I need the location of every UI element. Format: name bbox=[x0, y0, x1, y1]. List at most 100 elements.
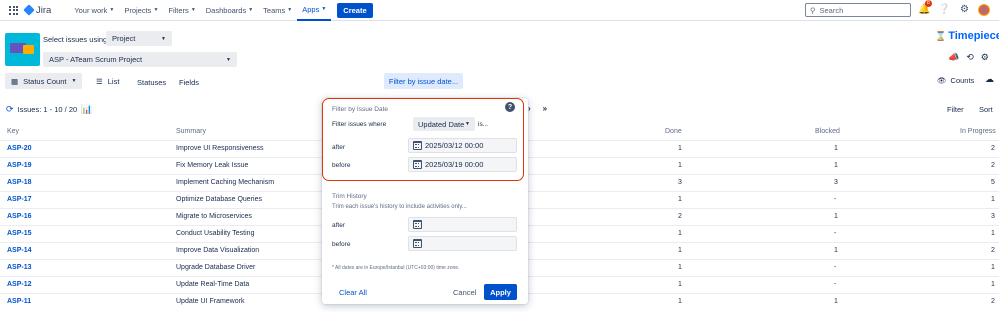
calendar-icon[interactable] bbox=[413, 160, 422, 169]
column-header-done[interactable]: Done bbox=[665, 128, 682, 135]
counts-toggle[interactable]: 👁 Counts bbox=[937, 76, 974, 85]
project-dropdown[interactable]: ASP - ATeam Scrum Project ▼ bbox=[43, 52, 237, 67]
sliders-icon: ☰ bbox=[96, 76, 103, 86]
settings-icon[interactable]: ⚙ bbox=[958, 3, 971, 16]
in-progress-count: 1 bbox=[991, 281, 995, 288]
issue-summary: Improve Data Visualization bbox=[176, 247, 260, 254]
jira-logo[interactable]: Jira bbox=[23, 4, 51, 16]
top-right-icons: 🔔 8 ❔ ⚙ bbox=[918, 0, 990, 16]
settings-icon[interactable]: ⚙ bbox=[981, 52, 989, 63]
sort-button[interactable]: Sort bbox=[979, 105, 993, 114]
nav-dashboards[interactable]: Dashboards ▼ bbox=[201, 0, 258, 21]
share-icon[interactable]: ⟲ bbox=[966, 52, 974, 63]
statuses-button[interactable]: Statuses bbox=[137, 78, 166, 87]
grid-icon: ▦ bbox=[11, 76, 19, 86]
filter-by-date-popover: Filter by Issue Date ? Filter issues whe… bbox=[322, 98, 528, 304]
issue-key-link[interactable]: ASP-19 bbox=[7, 162, 32, 169]
refresh-icon[interactable]: ⟳ bbox=[6, 104, 14, 115]
select-issues-label: Select issues using bbox=[43, 35, 108, 44]
issue-key-link[interactable]: ASP-14 bbox=[7, 247, 32, 254]
help-icon[interactable]: ❔ bbox=[938, 3, 951, 16]
trim-after-date-input[interactable] bbox=[408, 217, 517, 232]
search-icon: ⚲ bbox=[810, 5, 816, 15]
issue-key-link[interactable]: ASP-18 bbox=[7, 179, 32, 186]
issue-key-link[interactable]: ASP-16 bbox=[7, 213, 32, 220]
cancel-button[interactable]: Cancel bbox=[453, 288, 476, 297]
column-header-key[interactable]: Key bbox=[7, 128, 19, 135]
notifications-icon[interactable]: 🔔 8 bbox=[918, 0, 932, 16]
blocked-count: 1 bbox=[834, 298, 838, 305]
column-header-blocked[interactable]: Blocked bbox=[815, 128, 840, 135]
after-date-input[interactable]: 2025/03/12 00:00 bbox=[408, 138, 517, 153]
apply-button[interactable]: Apply bbox=[484, 284, 517, 300]
filter-button[interactable]: Filter bbox=[947, 105, 964, 114]
dropdown-value: Project bbox=[112, 34, 136, 43]
done-count: 1 bbox=[678, 247, 682, 254]
announcement-icon[interactable]: 📣 bbox=[948, 52, 959, 63]
create-button[interactable]: Create bbox=[337, 2, 373, 18]
cloud-download-icon[interactable]: ☁ bbox=[985, 74, 994, 85]
nav-label: Your work bbox=[74, 5, 108, 15]
blocked-count: 1 bbox=[834, 145, 838, 152]
calendar-icon[interactable] bbox=[413, 239, 422, 248]
issue-key-link[interactable]: ASP-20 bbox=[7, 145, 32, 152]
jira-logo-icon bbox=[23, 4, 35, 16]
before-label: before bbox=[332, 162, 351, 169]
in-progress-count: 1 bbox=[991, 230, 995, 237]
selection-type-dropdown[interactable]: Project ▼ bbox=[106, 31, 172, 46]
help-icon[interactable]: ? bbox=[505, 102, 515, 112]
filter-by-issue-date-button[interactable]: Filter by issue date... bbox=[384, 73, 463, 89]
after-label: after bbox=[332, 144, 346, 151]
trim-history-title: Trim History bbox=[332, 193, 367, 200]
column-header-summary[interactable]: Summary bbox=[176, 128, 206, 135]
bar-chart-icon[interactable]: 📊 bbox=[81, 104, 92, 115]
issue-summary: Upgrade Database Driver bbox=[176, 264, 256, 271]
in-progress-count: 3 bbox=[991, 213, 995, 220]
last-page-icon[interactable]: » bbox=[543, 104, 547, 113]
nav-projects[interactable]: Projects ▼ bbox=[119, 0, 163, 21]
nav-filters[interactable]: Filters ▼ bbox=[163, 0, 200, 21]
list-button[interactable]: ☰ List bbox=[92, 73, 123, 89]
clear-all-button[interactable]: Clear All bbox=[339, 288, 367, 297]
nav-teams[interactable]: Teams ▼ bbox=[258, 0, 297, 21]
nav-apps[interactable]: Apps ▼ bbox=[297, 0, 332, 21]
chevron-down-icon: ▼ bbox=[109, 7, 115, 13]
before-date-input[interactable]: 2025/03/19 00:00 bbox=[408, 157, 517, 172]
list-label: List bbox=[107, 76, 120, 86]
trim-before-date-input[interactable] bbox=[408, 236, 517, 251]
issue-key-link[interactable]: ASP-11 bbox=[7, 298, 31, 305]
dropdown-value: ASP - ATeam Scrum Project bbox=[49, 55, 143, 64]
issue-key-link[interactable]: ASP-17 bbox=[7, 196, 32, 203]
issue-key-link[interactable]: ASP-12 bbox=[7, 281, 32, 288]
blocked-count: - bbox=[834, 281, 837, 288]
issue-key-link[interactable]: ASP-13 bbox=[7, 264, 32, 271]
calendar-icon[interactable] bbox=[413, 141, 422, 150]
search-input[interactable]: ⚲ Search bbox=[805, 3, 911, 17]
popover-title: Filter by Issue Date bbox=[332, 106, 388, 113]
in-progress-count: 2 bbox=[991, 298, 995, 305]
blocked-count: 1 bbox=[834, 247, 838, 254]
calendar-icon[interactable] bbox=[413, 220, 422, 229]
is-label: is... bbox=[478, 121, 489, 128]
chevron-down-icon: ▼ bbox=[287, 7, 293, 13]
column-header-in-progress[interactable]: In Progress bbox=[960, 128, 996, 135]
issue-key-link[interactable]: ASP-15 bbox=[7, 230, 32, 237]
blocked-count: 3 bbox=[834, 179, 838, 186]
date-field-dropdown[interactable]: Updated Date ▼ bbox=[413, 117, 475, 131]
app-switcher-icon[interactable] bbox=[9, 5, 18, 15]
status-count-button[interactable]: ▦ Status Count ▼ bbox=[5, 73, 82, 89]
fields-button[interactable]: Fields bbox=[179, 78, 199, 87]
issue-summary: Migrate to Microservices bbox=[176, 213, 252, 220]
user-avatar[interactable] bbox=[978, 3, 990, 16]
next-page-icon[interactable]: › bbox=[528, 104, 531, 113]
search-placeholder: Search bbox=[819, 5, 844, 15]
done-count: 1 bbox=[678, 196, 682, 203]
before-date-value: 2025/03/19 00:00 bbox=[425, 160, 484, 169]
chevron-down-icon: ▼ bbox=[190, 7, 196, 13]
nav-label: Teams bbox=[263, 5, 286, 15]
chevron-down-icon: ▼ bbox=[161, 35, 166, 42]
blocked-count: 1 bbox=[834, 162, 838, 169]
nav-label: Projects bbox=[124, 5, 152, 15]
app-action-icons: 📣 ⟲ ⚙ bbox=[948, 52, 989, 63]
nav-your-work[interactable]: Your work ▼ bbox=[69, 0, 119, 21]
